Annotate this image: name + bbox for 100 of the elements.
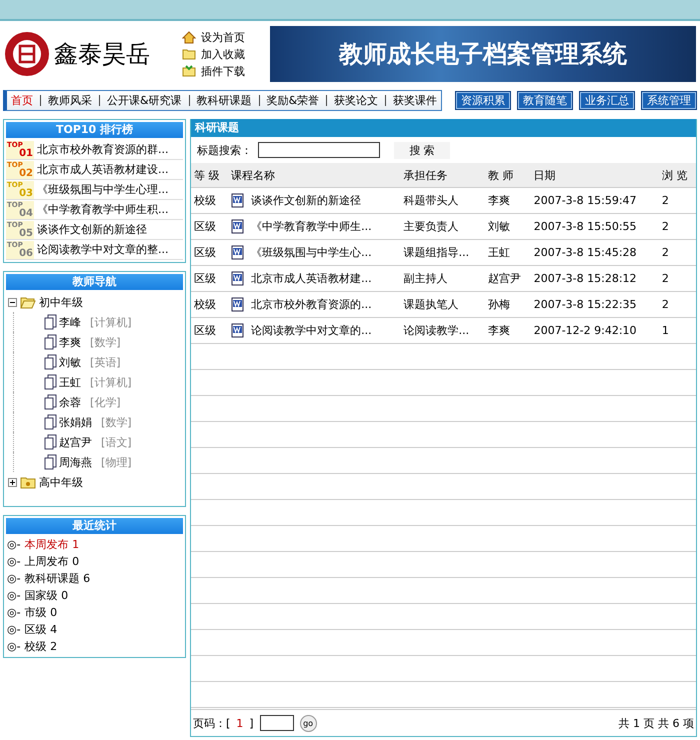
course-link[interactable]: 北京市校外教育资源的... bbox=[251, 297, 372, 312]
header-link[interactable]: 插件下载 bbox=[182, 64, 264, 78]
teacher-link[interactable]: 余蓉 bbox=[59, 394, 81, 410]
course-link[interactable]: 论阅读教学中对文章的... bbox=[251, 323, 372, 338]
expander-icon[interactable] bbox=[8, 478, 17, 486]
teacher-link[interactable]: 李爽 bbox=[59, 334, 81, 350]
brand-name: 鑫泰昊岳 bbox=[54, 39, 150, 70]
stat-link[interactable]: 国家级 0 bbox=[24, 588, 68, 603]
panel-title: 最近统计 bbox=[6, 518, 183, 534]
stat-link[interactable]: 校级 2 bbox=[24, 639, 58, 654]
table-cell: 校级 bbox=[194, 194, 216, 207]
column-header: 课程名称 bbox=[228, 163, 401, 188]
stat-link[interactable]: 本周发布 1 bbox=[24, 537, 80, 552]
expander-icon[interactable] bbox=[8, 298, 17, 306]
stat-link[interactable]: 市级 0 bbox=[24, 605, 58, 620]
teacher-link[interactable]: 赵宫尹 bbox=[59, 434, 92, 450]
table-cell: 论阅读教学... bbox=[404, 324, 470, 337]
course-link[interactable]: 谈谈作文创新的新途径 bbox=[251, 193, 362, 208]
nav-tab[interactable]: 获奖课件 bbox=[391, 93, 440, 108]
table-cell: 2 bbox=[662, 298, 669, 311]
folder-icon bbox=[182, 48, 196, 60]
nav-button[interactable]: 业务汇总 bbox=[579, 91, 635, 110]
house-icon bbox=[182, 30, 196, 44]
ranking-link[interactable]: 论阅读教学中对文章的整... bbox=[37, 242, 168, 257]
table-cell: 主要负责人 bbox=[404, 220, 459, 233]
teacher-link[interactable]: 王虹 bbox=[59, 374, 81, 390]
table-cell: 2007-3-8 15:50:55 bbox=[534, 220, 637, 233]
nav-button[interactable]: 资源积累 bbox=[455, 91, 511, 110]
header-link[interactable]: 设为首页 bbox=[182, 30, 264, 44]
teacher-link[interactable]: 张娟娟 bbox=[59, 414, 92, 430]
page-summary: 共 1 页 共 6 项 bbox=[618, 716, 694, 730]
table-cell: 课题执笔人 bbox=[404, 298, 459, 311]
document-icon bbox=[44, 434, 58, 450]
search-field[interactable] bbox=[258, 142, 380, 158]
subject-label: [计算机] bbox=[90, 374, 132, 390]
table-cell: 赵宫尹 bbox=[488, 272, 521, 285]
header-link[interactable]: 加入收藏 bbox=[182, 46, 264, 62]
bullet: ◎- bbox=[7, 555, 21, 568]
page-field[interactable] bbox=[260, 715, 294, 731]
panel-title: 教师导航 bbox=[6, 274, 183, 290]
subject-label: [化学] bbox=[90, 394, 121, 410]
course-link[interactable]: 《中学教育教学中师生... bbox=[251, 219, 372, 234]
nav-button[interactable]: 教育随笔 bbox=[517, 91, 573, 110]
panel-title: TOP10 排行榜 bbox=[6, 122, 183, 138]
nav-tab[interactable]: 公开课&研究课 bbox=[105, 93, 184, 108]
table-cell: 2 bbox=[662, 246, 669, 259]
search-button[interactable]: 搜 索 bbox=[394, 142, 450, 158]
tree-folder[interactable]: 初中年级 bbox=[39, 294, 83, 310]
table-cell: 科题带头人 bbox=[404, 194, 459, 207]
ranking-link[interactable]: 北京市成人英语教材建设... bbox=[37, 162, 168, 177]
table-cell: 区级 bbox=[194, 220, 216, 233]
subject-label: [数学] bbox=[90, 334, 121, 350]
nav-tab[interactable]: 教师风采 bbox=[46, 93, 94, 108]
table-cell: 区级 bbox=[194, 324, 216, 337]
nav-tab[interactable]: 教科研课题 bbox=[194, 93, 254, 108]
document-icon bbox=[44, 354, 58, 370]
nav-tab[interactable]: 获奖论文 bbox=[332, 93, 380, 108]
table-cell: 副主持人 bbox=[404, 272, 448, 285]
page-link[interactable]: 1 bbox=[236, 716, 244, 730]
subject-label: [英语] bbox=[90, 354, 121, 370]
nav-button[interactable]: 系统管理 bbox=[641, 91, 697, 110]
ranking-link[interactable]: 北京市校外教育资源的群... bbox=[37, 142, 168, 157]
teacher-link[interactable]: 刘敏 bbox=[59, 354, 81, 370]
table-cell: 2007-12-2 9:42:10 bbox=[534, 324, 637, 337]
table-cell: 校级 bbox=[194, 298, 216, 311]
folder-icon bbox=[20, 476, 36, 488]
document-icon bbox=[44, 394, 58, 410]
table-cell: 2007-3-8 15:45:28 bbox=[534, 246, 637, 259]
document-icon bbox=[44, 334, 58, 350]
ranking-link[interactable]: 谈谈作文创新的新途径 bbox=[37, 222, 147, 237]
banner: 教师成长电子档案管理系统 bbox=[270, 26, 696, 82]
word-document-icon bbox=[231, 323, 246, 338]
course-link[interactable]: 北京市成人英语教材建... bbox=[251, 271, 372, 286]
table-cell: 2 bbox=[662, 220, 669, 233]
stat-link[interactable]: 区级 4 bbox=[24, 622, 58, 637]
tree-folder[interactable]: 高中年级 bbox=[39, 474, 83, 490]
nav-tab[interactable]: 首页 bbox=[9, 93, 35, 108]
bullet: ◎- bbox=[7, 572, 21, 585]
course-link[interactable]: 《班级氛围与中学生心... bbox=[251, 245, 372, 260]
teacher-link[interactable]: 李峰 bbox=[59, 314, 81, 330]
table-cell: 2 bbox=[662, 194, 669, 207]
table-cell: 2 bbox=[662, 272, 669, 285]
ranking-link[interactable]: 《班级氛围与中学生心理... bbox=[37, 182, 168, 197]
ranking-link[interactable]: 《中学教育教学中师生积... bbox=[37, 202, 168, 217]
folder-icon bbox=[20, 296, 36, 308]
column-header: 浏 览 bbox=[658, 163, 696, 188]
stat-link[interactable]: 上周发布 0 bbox=[24, 554, 80, 569]
go-button[interactable]: go bbox=[300, 714, 317, 732]
subject-label: [物理] bbox=[101, 454, 132, 470]
table-cell: 刘敏 bbox=[488, 220, 510, 233]
table-cell: 区级 bbox=[194, 246, 216, 259]
column-header: 教 师 bbox=[484, 163, 531, 188]
nav-tab[interactable]: 奖励&荣誉 bbox=[264, 93, 322, 108]
word-document-icon bbox=[231, 245, 246, 260]
document-icon bbox=[44, 314, 58, 330]
word-document-icon bbox=[231, 219, 246, 234]
column-header: 等 级 bbox=[191, 163, 228, 188]
word-document-icon bbox=[231, 297, 246, 312]
stat-link[interactable]: 教科研课题 6 bbox=[24, 571, 90, 586]
teacher-link[interactable]: 周海燕 bbox=[59, 454, 92, 470]
